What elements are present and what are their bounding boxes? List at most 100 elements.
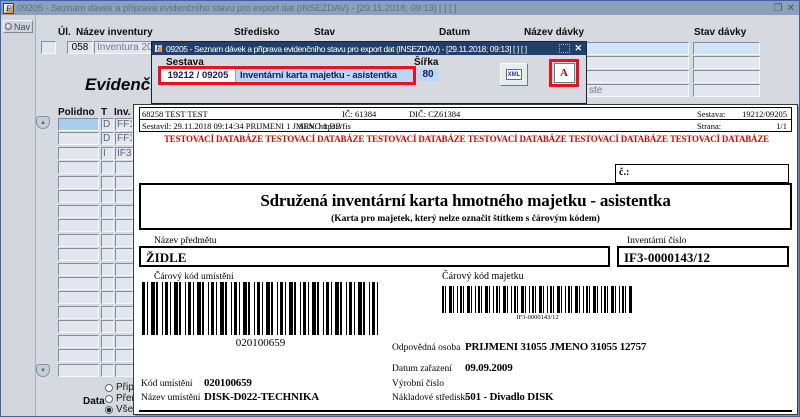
ul-field[interactable]: 058 [67, 41, 93, 54]
odpovedna-osoba-label: Odpovědná osoba [392, 343, 461, 353]
nazev-predmetu-value: ŽIDLE [139, 246, 610, 267]
row-cell[interactable] [58, 349, 99, 362]
nazev-inventury-field[interactable]: Inventura 2011 [94, 41, 154, 54]
row-cell[interactable] [101, 335, 114, 348]
stav-davky-cell[interactable] [693, 56, 760, 69]
row-cell[interactable] [115, 190, 133, 203]
stav-davky-cell[interactable] [693, 84, 760, 97]
stav-davky-cell[interactable] [693, 42, 760, 55]
row-cell[interactable] [58, 320, 99, 333]
row-cell[interactable] [101, 234, 114, 247]
row-cell[interactable] [101, 248, 114, 261]
row-cell[interactable] [101, 306, 114, 319]
application-window: F 09205 - Seznam dávek a příprava eviden… [0, 0, 800, 417]
row-cell[interactable] [58, 335, 99, 348]
scroll-up-button[interactable]: ▲ [36, 116, 50, 129]
nazev-umisteni-label: Název umístění [141, 393, 201, 403]
row-cell[interactable] [58, 118, 99, 131]
row-cell[interactable] [115, 320, 133, 333]
row-cell[interactable] [101, 364, 114, 377]
row-cell[interactable] [58, 364, 99, 377]
row-cell[interactable]: I [101, 147, 114, 160]
row-cell[interactable] [101, 219, 114, 232]
row-cell[interactable] [115, 161, 133, 174]
radio-icon-selected [105, 405, 113, 414]
row-cell[interactable] [58, 205, 99, 218]
scroll-down-button[interactable]: ▼ [36, 364, 50, 377]
row-cell[interactable] [101, 291, 114, 304]
card-subtitle: (Karta pro majetek, který nelze označit … [331, 214, 600, 224]
row-cell[interactable] [58, 147, 99, 160]
kod-umisteni-label: Kód umístění [141, 379, 193, 389]
row-cell[interactable] [101, 320, 114, 333]
row-cell[interactable] [58, 176, 99, 189]
row-cell[interactable] [58, 248, 99, 261]
row-cell[interactable] [101, 190, 114, 203]
row-cell[interactable] [101, 161, 114, 174]
sestava-code-field[interactable]: 19212 / 09205 [161, 69, 236, 82]
odpovedna-osoba-value: PRIJMENI 31055 JMENO 31055 12757 [465, 341, 647, 353]
col-header-stav: Stav [314, 27, 336, 38]
row-cell[interactable] [115, 335, 133, 348]
nav-button[interactable]: Nav [3, 20, 33, 33]
restore-placeholder-icon [559, 44, 571, 53]
col-header-datum: Datum [439, 27, 471, 38]
watermark-text: TESTOVACÍ DATABÁZE [265, 134, 365, 144]
asset-barcode-caption: IF3-0000143/12 [516, 314, 559, 321]
row-cell[interactable] [58, 291, 99, 304]
asset-barcode [442, 286, 633, 313]
row-cell[interactable]: FF1 [115, 132, 133, 145]
nav-button-label: Nav [14, 21, 31, 32]
sestava-name-field[interactable]: Inventární karta majetku - asistentka [236, 69, 413, 82]
row-cell[interactable]: D [101, 132, 114, 145]
row-cell[interactable] [58, 219, 99, 232]
row-cell[interactable] [115, 248, 133, 261]
down-arrow-icon: ▼ [40, 367, 46, 374]
pdf-icon[interactable]: A [553, 63, 575, 83]
row-cell[interactable] [115, 349, 133, 362]
row-cell[interactable]: D [101, 118, 114, 131]
row-cell[interactable] [101, 205, 114, 218]
row-cell[interactable] [58, 132, 99, 145]
row-cell[interactable] [115, 277, 133, 290]
row-cell[interactable] [101, 277, 114, 290]
row-cell[interactable] [101, 176, 114, 189]
vyrobni-cislo-label: Výrobní číslo [392, 379, 444, 389]
window-title: 09205 - Seznam dávek a příprava evidenčn… [17, 2, 457, 14]
row-cell[interactable] [101, 349, 114, 362]
report-dialog: F 09205 - Seznam dávek a příprava eviden… [151, 41, 587, 104]
radio-option[interactable]: Vše [105, 404, 133, 415]
row-cell[interactable] [115, 234, 133, 247]
row-cell[interactable] [115, 205, 133, 218]
row-cell[interactable] [58, 234, 99, 247]
sirka-field[interactable]: 80 [417, 68, 439, 81]
close-icon[interactable]: ✕ [787, 3, 795, 14]
pdf-button-highlight: A [549, 59, 579, 87]
bottom-rule [139, 410, 792, 412]
xml-export-button[interactable]: XML [500, 63, 528, 86]
row-cell[interactable]: IF3- [115, 147, 133, 160]
app-icon: F [154, 44, 163, 53]
row-cell[interactable] [115, 306, 133, 319]
row-checkbox-field[interactable] [41, 41, 56, 54]
restore-icon[interactable]: ❐ [774, 3, 783, 14]
row-cell[interactable] [115, 219, 133, 232]
nakladove-stredisko-value: 501 - Divadlo DISK [465, 391, 554, 403]
dialog-close-icon[interactable]: ✕ [574, 43, 582, 54]
srv-value: SRV: https://fis [299, 121, 351, 131]
row-cell[interactable] [58, 263, 99, 276]
row-cell[interactable] [58, 306, 99, 319]
row-cell[interactable]: FF1 [115, 118, 133, 131]
row-cell[interactable] [115, 176, 133, 189]
row-cell[interactable] [115, 291, 133, 304]
col-header-inv: Inv. [114, 107, 131, 118]
row-cell[interactable] [115, 364, 133, 377]
row-cell[interactable] [58, 190, 99, 203]
row-cell[interactable] [101, 263, 114, 276]
row-cell[interactable] [58, 161, 99, 174]
row-cell[interactable] [58, 277, 99, 290]
sestava-field-highlight: 19212 / 09205 Inventární karta majetku -… [158, 66, 416, 85]
stav-davky-cell[interactable] [693, 70, 760, 83]
row-cell[interactable] [115, 263, 133, 276]
sirka-label: Šířka [414, 57, 439, 68]
